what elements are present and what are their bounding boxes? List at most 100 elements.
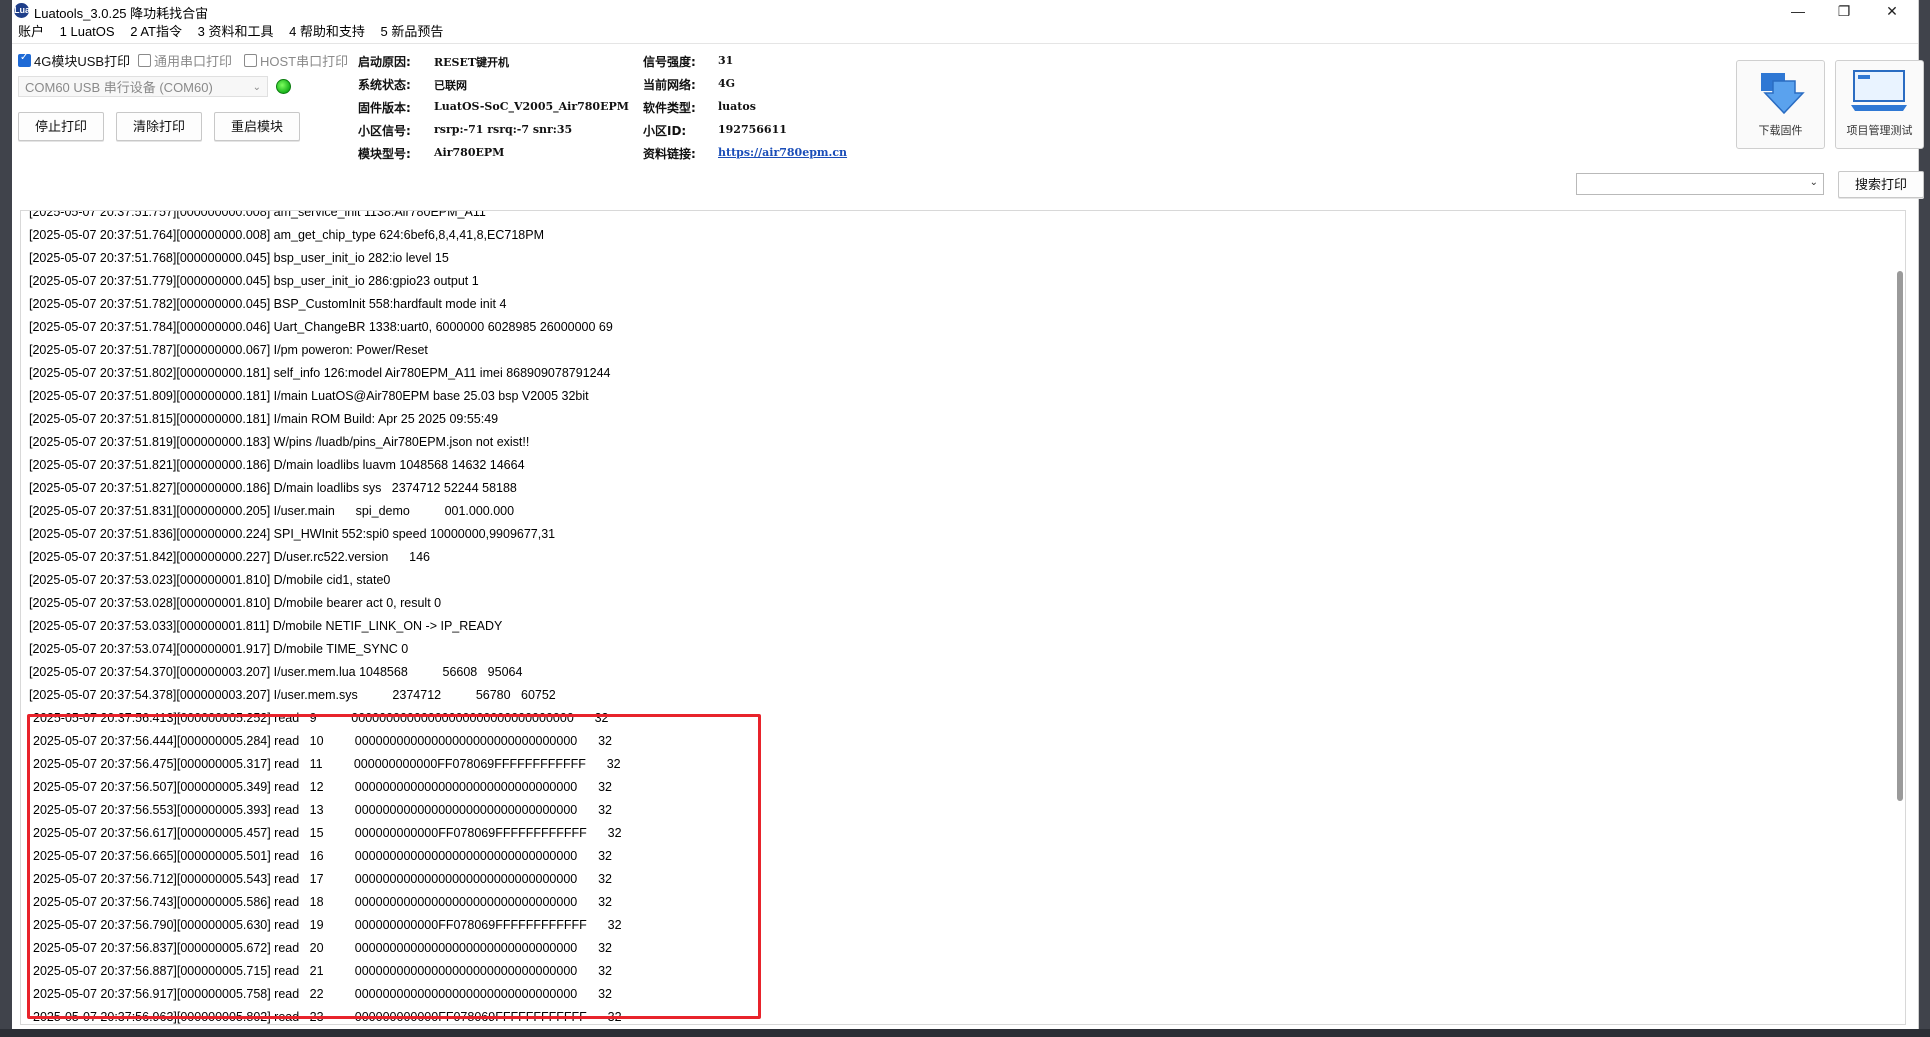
log-line: 2025-05-07 20:37:56.790][000000005.630] … <box>33 918 622 932</box>
log-line: [2025-05-07 20:37:54.378][000000003.207]… <box>29 688 556 702</box>
boot-reason-value: RESET键开机 <box>434 56 510 69</box>
title-bar: Lua Luatools_3.0.25 降功耗找合宙 — ❐ ✕ <box>12 0 1918 22</box>
menu-divider <box>12 43 1918 44</box>
module-model-label: 模块型号: <box>358 147 411 161</box>
boot-reason-label: 启动原因: <box>358 55 411 69</box>
log-line: 2025-05-07 20:37:56.887][000000005.715] … <box>33 964 612 978</box>
download-arrow-icon <box>1761 73 1805 115</box>
log-line: [2025-05-07 20:37:51.821][000000000.186]… <box>29 458 525 472</box>
stop-print-button[interactable]: 停止打印 <box>18 112 104 141</box>
monitor-icon <box>1851 70 1907 111</box>
cell-signal-label: 小区信号: <box>358 124 411 138</box>
log-line: [2025-05-07 20:37:53.074][000000001.917]… <box>29 642 409 656</box>
menu-account[interactable]: 账户 <box>12 22 50 42</box>
menu-luatos[interactable]: 1 LuatOS <box>54 22 121 42</box>
log-line: [2025-05-07 20:37:54.370][000000003.207]… <box>29 665 523 679</box>
device-select[interactable]: COM60 USB 串行设备 (COM60) ⌄ <box>18 76 268 97</box>
menu-help-support[interactable]: 4 帮助和支持 <box>283 22 371 42</box>
chevron-down-icon: ⌄ <box>252 82 261 93</box>
checkbox-unchecked-icon <box>138 54 151 67</box>
log-line: 2025-05-07 20:37:56.444][000000005.284] … <box>33 734 612 748</box>
log-line: [2025-05-07 20:37:53.028][000000001.810]… <box>29 596 442 610</box>
app-logo-icon: Lua <box>14 3 30 18</box>
taskbar-edge <box>0 1029 1930 1037</box>
clear-print-button[interactable]: 清除打印 <box>116 112 202 141</box>
project-test-label: 项目管理测试 <box>1846 125 1913 137</box>
host-print-checkbox[interactable]: HOST串口打印 <box>244 51 348 70</box>
system-status-value: 已联网 <box>434 79 467 92</box>
firmware-label: 固件版本: <box>358 101 411 115</box>
software-type-value: luatos <box>718 100 756 113</box>
menu-resources-tools[interactable]: 3 资料和工具 <box>192 22 280 42</box>
cell-signal-value: rsrp:-71 rsrq:-7 snr:35 <box>434 123 573 136</box>
log-line: 2025-05-07 20:37:56.617][000000005.457] … <box>33 826 622 840</box>
current-network-label: 当前网络: <box>643 78 696 92</box>
log-line: [2025-05-07 20:37:51.842][000000000.227]… <box>29 550 430 564</box>
system-status-label: 系统状态: <box>358 78 411 92</box>
desktop-left-edge <box>0 0 12 1037</box>
log-line: [2025-05-07 20:37:51.815][000000000.181]… <box>29 412 499 426</box>
restart-module-button[interactable]: 重启模块 <box>214 112 300 141</box>
log-line: 2025-05-07 20:37:56.475][000000005.317] … <box>33 757 621 771</box>
host-print-label: HOST串口打印 <box>260 54 349 69</box>
log-line: 2025-05-07 20:37:56.413][000000005.252] … <box>33 711 609 725</box>
log-output[interactable]: [2025-05-07 20:37:51.757][000000000.008]… <box>20 210 1906 1025</box>
usb-print-checkbox[interactable]: 4G模块USB打印 <box>18 51 130 70</box>
log-line: [2025-05-07 20:37:51.802][000000000.181]… <box>29 366 611 380</box>
log-line: [2025-05-07 20:37:51.831][000000000.205]… <box>29 504 515 518</box>
current-network-value: 4G <box>718 77 736 90</box>
minimize-button[interactable]: — <box>1774 0 1822 22</box>
log-line: [2025-05-07 20:37:51.784][000000000.046]… <box>29 320 613 334</box>
log-line: [2025-05-07 20:37:53.023][000000001.810]… <box>29 573 391 587</box>
log-line: 2025-05-07 20:37:56.507][000000005.349] … <box>33 780 612 794</box>
log-line: [2025-05-07 20:37:51.809][000000000.181]… <box>29 389 589 403</box>
log-line: [2025-05-07 20:37:51.787][000000000.067]… <box>29 343 428 357</box>
usb-print-label: 4G模块USB打印 <box>34 54 131 69</box>
signal-strength-label: 信号强度: <box>643 55 696 69</box>
checkbox-checked-icon <box>18 52 31 67</box>
log-lines: [2025-05-07 20:37:51.757][000000000.008]… <box>21 210 1881 1024</box>
serial-print-label: 通用串口打印 <box>154 54 233 69</box>
window-title: Luatools_3.0.25 降功耗找合宙 <box>34 6 209 21</box>
log-line: [2025-05-07 20:37:51.768][000000000.045]… <box>29 251 449 265</box>
log-line: 2025-05-07 20:37:56.712][000000005.543] … <box>33 872 612 886</box>
app-window: Lua Luatools_3.0.25 降功耗找合宙 — ❐ ✕ 账户 1 Lu… <box>12 0 1924 1029</box>
resource-link[interactable]: https://air780epm.cn <box>718 146 847 159</box>
cell-id-value: 192756611 <box>718 123 787 136</box>
close-button[interactable]: ✕ <box>1868 0 1916 22</box>
resource-link-label: 资料链接: <box>643 147 696 161</box>
log-line: 2025-05-07 20:37:56.743][000000005.586] … <box>33 895 612 909</box>
log-line: 2025-05-07 20:37:56.917][000000005.758] … <box>33 987 612 1001</box>
cell-id-label: 小区ID: <box>643 124 687 138</box>
log-line: [2025-05-07 20:37:51.836][000000000.224]… <box>29 527 556 541</box>
log-line: 2025-05-07 20:37:56.837][000000005.672] … <box>33 941 612 955</box>
log-line: [2025-05-07 20:37:51.764][000000000.008]… <box>29 228 544 242</box>
log-line: 2025-05-07 20:37:56.553][000000005.393] … <box>33 803 612 817</box>
menu-new-products[interactable]: 5 新品预告 <box>375 22 450 42</box>
maximize-button[interactable]: ❐ <box>1820 0 1868 22</box>
log-line: 2025-05-07 20:37:56.963][000000005.802] … <box>33 1010 622 1024</box>
firmware-value: LuatOS-SoC_V2005_Air780EPM <box>434 100 629 113</box>
signal-strength-value: 31 <box>718 54 734 67</box>
checkbox-unchecked-icon <box>244 54 257 67</box>
log-scrollbar[interactable] <box>1897 271 1903 801</box>
download-firmware-label: 下载固件 <box>1758 125 1803 137</box>
menu-at-commands[interactable]: 2 AT指令 <box>124 22 188 42</box>
log-line: [2025-05-07 20:37:51.827][000000000.186]… <box>29 481 517 495</box>
search-input[interactable]: ⌄ <box>1576 173 1824 195</box>
log-line: 2025-05-07 20:37:56.665][000000005.501] … <box>33 849 612 863</box>
menu-bar: 账户 1 LuatOS 2 AT指令 3 资料和工具 4 帮助和支持 5 新品预… <box>12 22 1918 42</box>
log-line: [2025-05-07 20:37:51.782][000000000.045]… <box>29 297 507 311</box>
download-firmware-button[interactable]: 下载固件 <box>1736 60 1825 149</box>
module-model-value: Air780EPM <box>434 146 505 159</box>
search-print-button[interactable]: 搜索打印 <box>1838 171 1924 198</box>
log-line: [2025-05-07 20:37:51.819][000000000.183]… <box>29 435 530 449</box>
device-select-value: COM60 USB 串行设备 (COM60) <box>25 80 213 95</box>
desktop-right-edge <box>1918 0 1930 1037</box>
log-line: [2025-05-07 20:37:51.757][000000000.008]… <box>29 210 486 219</box>
software-type-label: 软件类型: <box>643 101 696 115</box>
serial-print-checkbox[interactable]: 通用串口打印 <box>138 51 232 70</box>
project-test-button[interactable]: 项目管理测试 <box>1835 60 1924 149</box>
chevron-down-icon: ⌄ <box>1809 177 1818 188</box>
connection-status-led-icon <box>276 79 291 94</box>
